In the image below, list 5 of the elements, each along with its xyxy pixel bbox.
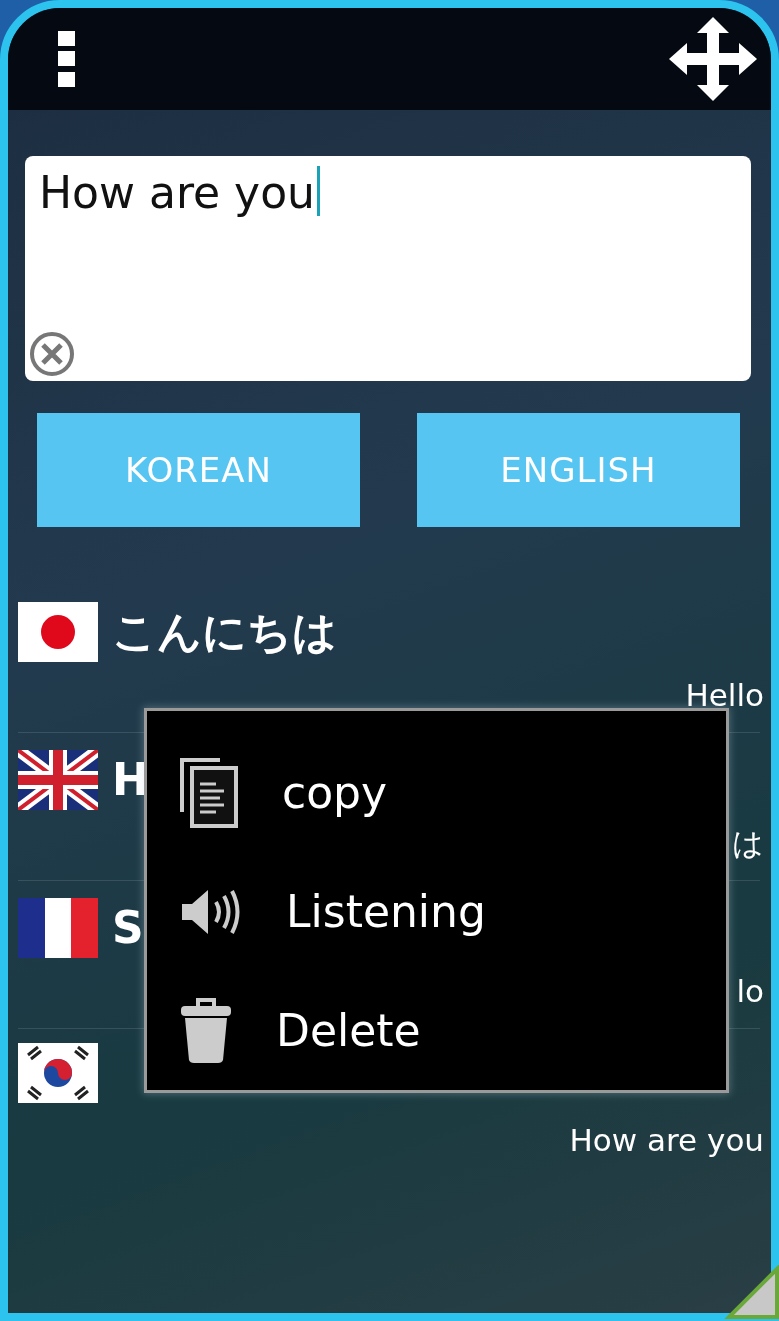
source-text: lo [736,971,764,1011]
source-text: は [732,823,764,863]
translation-text: こんにちは [112,605,337,659]
source-text: How are you [569,1120,764,1160]
translation-text: S [112,901,144,955]
